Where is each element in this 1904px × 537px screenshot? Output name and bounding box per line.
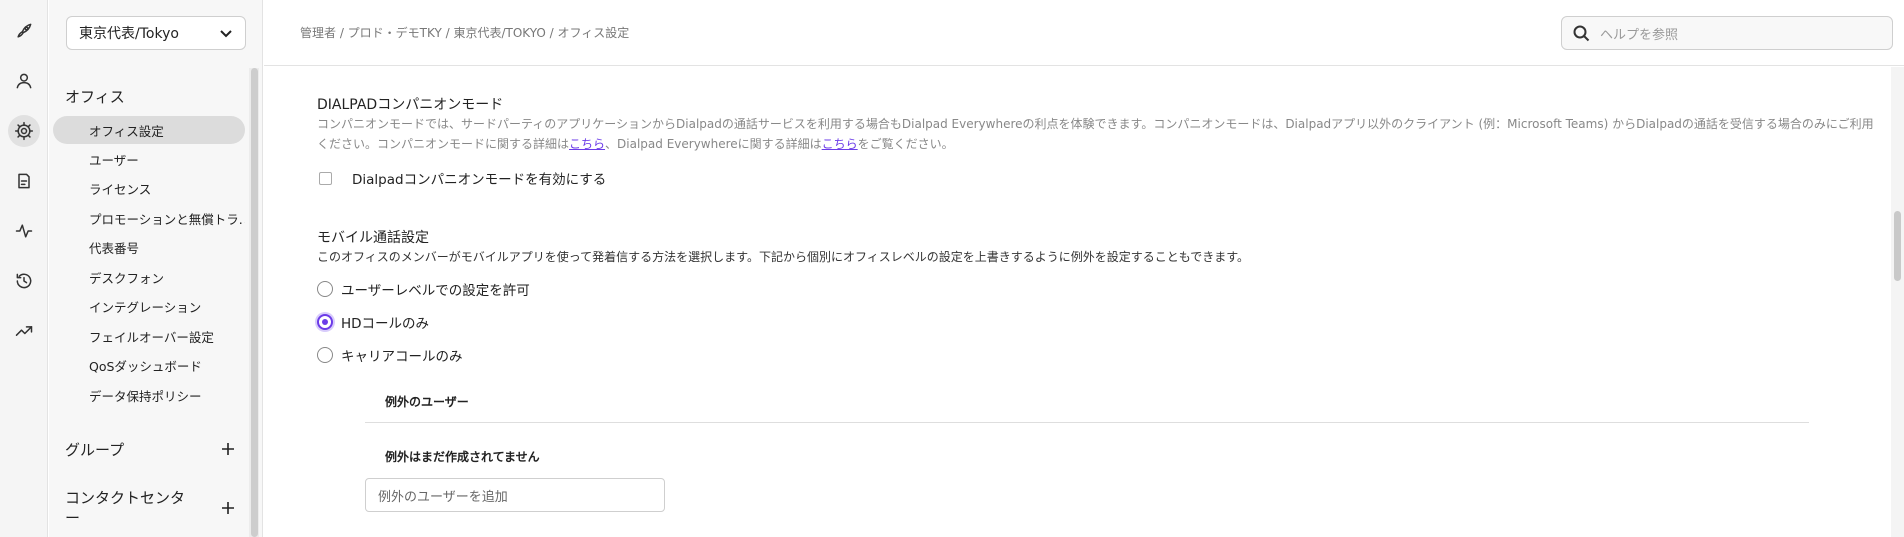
companion-desc-line2: ください。コンパニオンモードに関する詳細はこちら、Dialpad Everywh… <box>317 137 954 151</box>
mobile-call-settings-description: このオフィスのメンバーがモバイルアプリを使って発着信する方法を選択します。下記か… <box>317 250 1250 264</box>
everywhere-details-link[interactable]: こちら <box>822 137 858 151</box>
companion-details-link[interactable]: こちら <box>569 137 605 151</box>
radio-hd-call-only[interactable]: HDコールのみ <box>317 312 429 332</box>
radio-hd-call-only-label: HDコールのみ <box>341 316 430 332</box>
office-select[interactable]: 東京代表/Tokyo <box>66 16 246 50</box>
report-icon[interactable] <box>8 165 40 197</box>
sidebar-scrollbar[interactable] <box>249 68 259 537</box>
add-exception-placeholder: 例外のユーザーを追加 <box>378 489 508 505</box>
companion-mode-checkbox-label: Dialpadコンパニオンモードを有効にする <box>352 172 607 188</box>
sidebar-section-groups: グループ <box>65 441 125 459</box>
exceptions-divider <box>365 422 1809 423</box>
search-icon <box>1573 25 1590 42</box>
sidebar-item-desk-phones[interactable]: デスクフォン <box>53 263 245 291</box>
sidebar-item-integrations[interactable]: インテグレーション <box>53 292 245 320</box>
sidebar-item-users[interactable]: ユーザー <box>53 145 245 173</box>
sidebar-item-failover[interactable]: フェイルオーバー設定 <box>53 322 245 350</box>
add-contact-center-plus-icon[interactable] <box>220 500 236 516</box>
sidebar-item-main-line[interactable]: 代表番号 <box>53 233 245 261</box>
activity-icon[interactable] <box>8 215 40 247</box>
radio-user-level[interactable]: ユーザーレベルでの設定を許可 <box>317 279 530 299</box>
breadcrumb[interactable]: 管理者 / プロド・デモTKY / 東京代表/TOKYO / オフィス設定 <box>300 24 629 41</box>
sidebar-section-office: オフィス <box>65 88 125 106</box>
gear-icon[interactable] <box>8 115 40 147</box>
mobile-call-settings-title: モバイル通話設定 <box>317 230 429 246</box>
sidebar-item-qos-dashboard[interactable]: QoSダッシュボード <box>53 351 245 379</box>
office-select-value: 東京代表/Tokyo <box>79 26 179 42</box>
trending-icon[interactable] <box>8 315 40 347</box>
companion-mode-title: DIALPADコンパニオンモード <box>317 97 504 113</box>
add-exception-user-input[interactable]: 例外のユーザーを追加 <box>365 478 665 512</box>
top-header: 管理者 / プロド・デモTKY / 東京代表/TOKYO / オフィス設定 ヘル… <box>264 0 1904 66</box>
radio-carrier-call-only-label: キャリアコールのみ <box>341 349 463 365</box>
radio-hd-call-only-control[interactable] <box>317 314 333 330</box>
companion-mode-checkbox[interactable] <box>319 171 332 185</box>
sidebar-item-licenses[interactable]: ライセンス <box>53 174 245 202</box>
main-scrollbar-thumb[interactable] <box>1894 211 1901 281</box>
companion-desc-line1: コンパニオンモードでは、サードパーティのアプリケーションからDialpadの通話… <box>317 117 1874 131</box>
radio-carrier-call-only[interactable]: キャリアコールのみ <box>317 345 463 365</box>
help-search-input[interactable]: ヘルプを参照 <box>1561 16 1893 50</box>
exceptions-empty-text: 例外はまだ作成されてません <box>385 450 540 464</box>
sidebar-item-data-retention[interactable]: データ保持ポリシー <box>53 381 245 409</box>
sidebar-item-promotions[interactable]: プロモーションと無償トラ... <box>53 204 245 232</box>
sidebar: 東京代表/Tokyo オフィス オフィス設定 ユーザー ライセンス プロモーショ… <box>49 0 263 537</box>
sidebar-item-office-settings[interactable]: オフィス設定 <box>53 116 245 144</box>
chevron-down-icon <box>219 26 233 40</box>
search-placeholder: ヘルプを参照 <box>1600 27 1679 43</box>
sidebar-scrollbar-thumb[interactable] <box>251 68 258 537</box>
radio-user-level-control[interactable] <box>317 281 333 297</box>
icon-rail <box>0 0 48 537</box>
main-scrollbar[interactable] <box>1891 67 1904 537</box>
main-content: DIALPADコンパニオンモード コンパニオンモードでは、サードパーティのアプリ… <box>264 67 1904 537</box>
radio-carrier-call-only-control[interactable] <box>317 347 333 363</box>
companion-mode-checkbox-row[interactable]: Dialpadコンパニオンモードを有効にする <box>319 168 606 188</box>
add-group-plus-icon[interactable] <box>220 441 236 457</box>
history-icon[interactable] <box>8 265 40 297</box>
sidebar-section-contact-center: コンタクトセンター <box>65 489 186 527</box>
exceptions-header: 例外のユーザー <box>385 395 469 409</box>
user-icon[interactable] <box>8 65 40 97</box>
rocket-icon[interactable] <box>8 15 40 47</box>
radio-user-level-label: ユーザーレベルでの設定を許可 <box>341 283 530 299</box>
companion-mode-description: コンパニオンモードでは、サードパーティのアプリケーションからDialpadの通話… <box>317 114 1877 154</box>
